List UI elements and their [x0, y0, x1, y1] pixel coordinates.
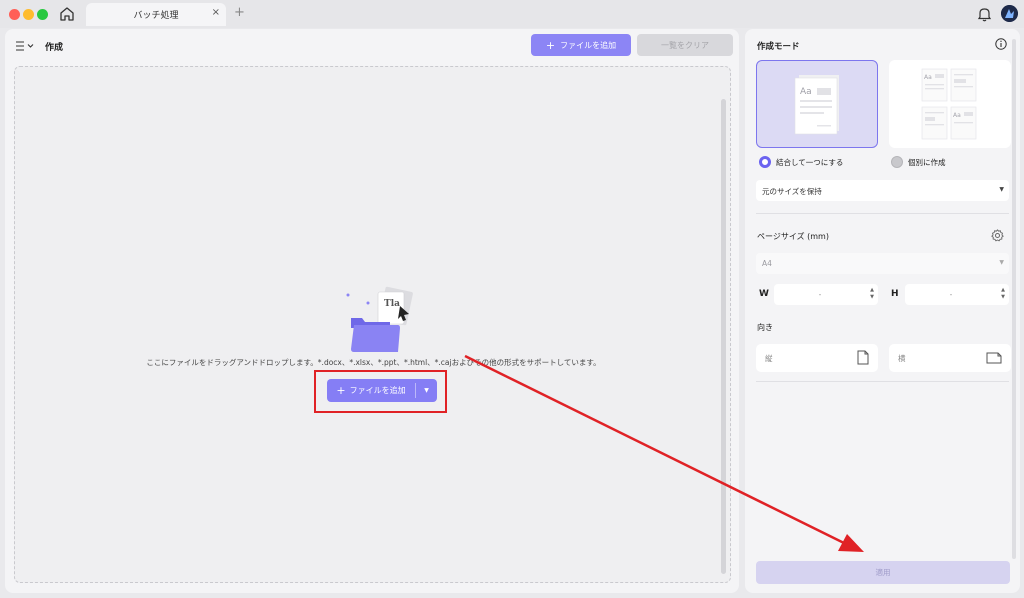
page-title: 作成 [45, 43, 64, 53]
tab-batch-processing[interactable]: バッチ処理 × [86, 3, 226, 26]
new-tab-icon[interactable]: + [234, 5, 245, 20]
folder-document-illustration-icon: Tla [346, 286, 413, 352]
clear-list-label: 一覧をクリア [661, 40, 709, 50]
height-label: H [891, 289, 899, 299]
creation-mode-title: 作成モード [757, 42, 800, 52]
center-add-file-button[interactable]: + ファイルを追加 ▼ [327, 379, 437, 402]
landscape-label: 横 [898, 354, 906, 363]
landscape-option[interactable]: 横 [889, 344, 1011, 372]
plus-icon: + [336, 384, 346, 397]
size-select[interactable]: 元のサイズを保持 ▼ [756, 180, 1009, 201]
left-scrollbar[interactable] [721, 99, 726, 574]
right-scrollbar[interactable] [1012, 39, 1016, 559]
combined-document-icon: Aa [794, 75, 839, 135]
svg-text:Tla: Tla [384, 299, 400, 309]
dropdown-caret-icon[interactable]: ▼ [416, 379, 437, 402]
height-value: - [949, 290, 953, 299]
add-file-label: ファイルを追加 [560, 40, 617, 50]
minimize-window-button[interactable] [23, 9, 34, 20]
title-bar: バッチ処理 × + [0, 0, 1024, 28]
divider [756, 381, 1009, 382]
size-select-value: 元のサイズを保持 [762, 187, 822, 196]
plus-icon: + [545, 38, 556, 52]
portrait-option[interactable]: 縦 [756, 344, 878, 372]
stepper-icon[interactable]: ▲ ▼ [1001, 287, 1005, 301]
chevron-down-icon: ▼ [999, 259, 1004, 266]
height-field[interactable]: - ▲ ▼ [905, 284, 1009, 305]
apply-button[interactable]: 適用 [756, 561, 1010, 584]
bell-icon[interactable] [977, 6, 992, 22]
radio-individual[interactable] [891, 156, 903, 168]
settings-panel: 作成モード Aa Aa Aa 結合して一つにする 個別に作成 元のサイズを保持 … [745, 29, 1020, 593]
gear-icon[interactable] [991, 229, 1004, 242]
tab-close-icon[interactable]: × [212, 7, 220, 18]
close-window-button[interactable] [9, 9, 20, 20]
width-value: - [818, 290, 822, 299]
center-add-file-label: ファイルを追加 [349, 386, 406, 395]
svg-text:Aa: Aa [924, 74, 932, 81]
portrait-label: 縦 [765, 354, 773, 363]
home-icon[interactable] [58, 5, 76, 23]
drop-zone[interactable]: Tla ここにファイルをドラッグアンドドロップします。*.docx、*.xlsx… [14, 66, 731, 583]
page-size-value: A4 [762, 259, 772, 268]
page-size-label: ページサイズ (mm) [757, 232, 829, 241]
drop-instructions: ここにファイルをドラッグアンドドロップします。*.docx、*.xlsx、*.p… [146, 358, 601, 367]
add-file-button[interactable]: + ファイルを追加 [531, 34, 631, 56]
portrait-page-icon [857, 350, 869, 365]
apply-label: 適用 [875, 568, 891, 577]
mode-individual-card[interactable]: Aa Aa [889, 60, 1011, 148]
clear-list-button[interactable]: 一覧をクリア [637, 34, 733, 56]
width-label: W [759, 289, 769, 299]
tab-label: バッチ処理 [133, 11, 179, 21]
width-field[interactable]: - ▲ ▼ [774, 284, 878, 305]
svg-text:Aa: Aa [953, 112, 961, 119]
stepper-icon[interactable]: ▲ ▼ [870, 287, 874, 301]
orientation-label: 向き [757, 323, 773, 332]
file-list-panel: 作成 + ファイルを追加 一覧をクリア Tla ここにファイルをドラッグアンドド… [5, 29, 739, 593]
avatar-icon [1001, 5, 1018, 22]
radio-individual-label[interactable]: 個別に作成 [908, 157, 946, 168]
divider [756, 213, 1009, 214]
center-add-file-main[interactable]: + ファイルを追加 [327, 379, 415, 402]
radio-combine-label[interactable]: 結合して一つにする [776, 157, 843, 168]
mode-combine-card[interactable]: Aa [756, 60, 878, 148]
svg-text:Aa: Aa [800, 87, 812, 97]
avatar[interactable] [1001, 5, 1018, 22]
chevron-down-icon: ▼ [999, 186, 1004, 193]
maximize-window-button[interactable] [37, 9, 48, 20]
info-icon[interactable] [995, 38, 1007, 50]
landscape-page-icon [986, 352, 1002, 364]
page-size-select[interactable]: A4 ▼ [756, 253, 1009, 274]
menu-icon[interactable] [16, 41, 38, 51]
individual-documents-icon: Aa Aa [921, 68, 977, 140]
radio-combine[interactable] [759, 156, 771, 168]
